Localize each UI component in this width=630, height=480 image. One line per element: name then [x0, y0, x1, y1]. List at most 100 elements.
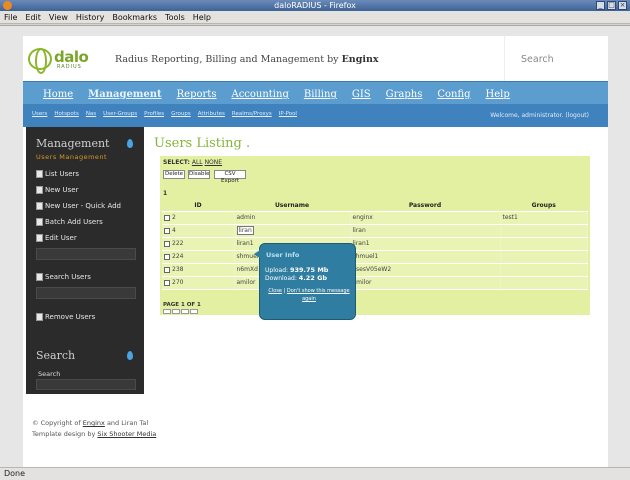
minimize-button[interactable]: _: [596, 1, 605, 10]
column-header-groups[interactable]: Groups: [500, 201, 588, 212]
nav-help[interactable]: Help: [486, 89, 510, 100]
menu-history[interactable]: History: [76, 13, 104, 22]
six-shooter-link[interactable]: Six Shooter Media: [97, 430, 156, 438]
menu-help[interactable]: Help: [193, 13, 211, 22]
cell-password: ysesV05eW2: [352, 266, 392, 273]
page-title: Users Listing .: [154, 136, 251, 151]
users-table: ID Username Password Groups 2 admin engi…: [162, 201, 588, 290]
select-none-link[interactable]: NONE: [205, 159, 223, 166]
sidebar-item-quick-add[interactable]: New User - Quick Add: [36, 202, 121, 210]
cell-username[interactable]: n6mXd: [237, 266, 258, 273]
nav-reports[interactable]: Reports: [177, 89, 217, 100]
sidebar-item-edit-user[interactable]: Edit User: [36, 234, 77, 242]
last-page-button[interactable]: [190, 309, 198, 314]
row-checkbox[interactable]: [164, 214, 170, 221]
enginx-link[interactable]: Enginx: [83, 419, 105, 427]
subnav-realms-proxys[interactable]: Realms/Proxys: [232, 111, 272, 117]
row-checkbox[interactable]: [164, 279, 170, 286]
menu-edit[interactable]: Edit: [25, 13, 41, 22]
table-row[interactable]: 270 amilor amilor: [162, 276, 588, 290]
sidebar-item-list-users[interactable]: List Users: [36, 170, 79, 178]
tooltip-close-link[interactable]: Close: [268, 288, 282, 294]
main-navigation: Home Management Reports Accounting Billi…: [23, 81, 608, 127]
column-header-password[interactable]: Password: [350, 201, 500, 212]
sidebar-item-label: New User: [45, 186, 79, 194]
table-row[interactable]: 238 n6mXd ysesV05eW2: [162, 263, 588, 277]
table-row[interactable]: 2 admin enginx test1: [162, 211, 588, 225]
status-text: Done: [4, 469, 26, 478]
sidebar-item-label: Edit User: [45, 234, 77, 242]
menu-bookmarks[interactable]: Bookmarks: [112, 13, 157, 22]
tooltip-dont-show-link[interactable]: Don't show this message again: [287, 288, 350, 302]
nav-management[interactable]: Management: [88, 89, 162, 100]
cell-username[interactable]: liran: [236, 226, 254, 235]
menu-file[interactable]: File: [4, 13, 17, 22]
window-title: daloRADIUS - Firefox: [274, 1, 356, 10]
subnav-groups[interactable]: Groups: [171, 111, 191, 117]
column-header-username[interactable]: Username: [234, 201, 350, 212]
subnav-users[interactable]: Users: [32, 111, 47, 117]
subnav-attributes[interactable]: Attributes: [198, 111, 225, 117]
header-search-box[interactable]: Search: [504, 36, 608, 81]
row-checkbox[interactable]: [164, 240, 170, 247]
sidebar-item-remove-users[interactable]: Remove Users: [36, 313, 95, 321]
close-button[interactable]: ×: [618, 1, 627, 10]
logo-subtext: RADIUS: [57, 64, 82, 70]
nav-billing[interactable]: Billing: [304, 89, 337, 100]
sidebar-search-title: Search: [36, 349, 76, 362]
subnav-profiles[interactable]: Profiles: [144, 111, 164, 117]
nav-home[interactable]: Home: [43, 89, 73, 100]
subnav-user-groups[interactable]: User-Groups: [103, 111, 137, 117]
sidebar-item-new-user[interactable]: New User: [36, 186, 78, 194]
document-icon: [36, 170, 43, 178]
nav-gis[interactable]: GIS: [352, 89, 371, 100]
edit-user-input[interactable]: [36, 248, 136, 260]
csv-export-button[interactable]: CSV Export: [214, 170, 246, 184]
subnav-nas[interactable]: Nas: [86, 111, 96, 117]
dalo-radius-logo[interactable]: dalo RADIUS: [28, 48, 96, 74]
upload-line: Upload: 939.75 Mb: [265, 266, 328, 274]
nav-accounting[interactable]: Accounting: [231, 89, 288, 100]
row-checkbox[interactable]: [164, 227, 170, 234]
document-icon: [36, 186, 43, 194]
user-info-tooltip: User Info Upload: 939.75 Mb Download: 4.…: [254, 243, 356, 320]
cell-username[interactable]: amilor: [237, 279, 256, 286]
cell-id: 224: [172, 253, 184, 260]
table-row[interactable]: 224 shmuel shmuel1: [162, 250, 588, 264]
delete-button[interactable]: Delete: [163, 170, 185, 179]
table-row[interactable]: 4 liran liran: [162, 224, 588, 238]
sidebar-item-label: Batch Add Users: [45, 218, 103, 226]
search-users-input[interactable]: [36, 287, 136, 299]
row-checkbox[interactable]: [164, 253, 170, 260]
copyright-prefix: © Copyright of: [32, 419, 81, 427]
column-header-id[interactable]: ID: [162, 201, 234, 212]
prev-page-button[interactable]: [172, 309, 180, 314]
tagline-brand: Enginx: [341, 54, 379, 65]
first-page-button[interactable]: [163, 309, 171, 314]
sidebar-item-batch-add[interactable]: Batch Add Users: [36, 218, 103, 226]
sidebar-search-input[interactable]: [36, 379, 136, 390]
select-all-link[interactable]: ALL: [192, 159, 203, 166]
disable-button[interactable]: Disable: [188, 170, 210, 179]
cell-id: 4: [172, 227, 176, 234]
nav-graphs[interactable]: Graphs: [386, 89, 423, 100]
menu-view[interactable]: View: [49, 13, 68, 22]
document-icon: [36, 202, 43, 210]
subnav-hotspots[interactable]: Hotspots: [54, 111, 78, 117]
welcome-logout[interactable]: Welcome, administrator. (logout): [490, 112, 589, 119]
header-search-label: Search: [521, 54, 554, 65]
table-row[interactable]: 222 liran1 liran1: [162, 237, 588, 251]
cell-username[interactable]: liran1: [237, 240, 254, 247]
sidebar-item-search-users[interactable]: Search Users: [36, 273, 91, 281]
row-checkbox[interactable]: [164, 266, 170, 273]
next-page-button[interactable]: [181, 309, 189, 314]
menu-tools[interactable]: Tools: [165, 13, 185, 22]
sidebar-search-label: Search: [38, 370, 61, 378]
subnav-ip-pool[interactable]: IP-Pool: [279, 111, 297, 117]
nav-config[interactable]: Config: [437, 89, 470, 100]
sidebar-title: Management: [36, 137, 110, 150]
maximize-button[interactable]: □: [607, 1, 616, 10]
sidebar-item-label: Search Users: [45, 273, 91, 281]
document-icon: [36, 313, 43, 321]
cell-username[interactable]: admin: [237, 214, 256, 221]
